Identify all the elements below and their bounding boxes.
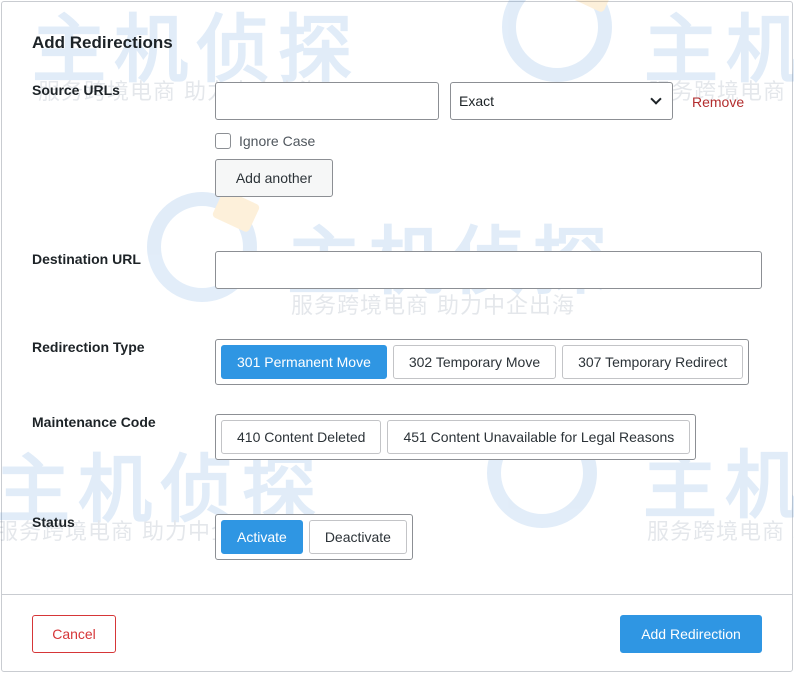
- source-urls-label: Source URLs: [32, 82, 120, 98]
- watermark-tagline-text: 服务跨境电商 助力中企出海: [291, 294, 575, 319]
- chevron-down-icon: [650, 93, 662, 105]
- redirection-type-group: 301 Permanent Move 302 Temporary Move 30…: [215, 339, 750, 385]
- maintenance-code-option-410[interactable]: 410 Content Deleted: [221, 420, 382, 454]
- redirection-type-label: Redirection Type: [32, 339, 145, 355]
- match-type-value: Exact: [459, 93, 495, 109]
- maintenance-code-group: 410 Content Deleted 451 Content Unavaila…: [215, 414, 697, 460]
- redirection-type-option-307[interactable]: 307 Temporary Redirect: [562, 345, 744, 379]
- status-group: Activate Deactivate: [215, 514, 413, 560]
- destination-url-input[interactable]: [215, 251, 762, 289]
- watermark-tagline-text: 服务跨境电商 助力中企出海: [647, 520, 794, 545]
- destination-url-label: Destination URL: [32, 251, 141, 267]
- status-label: Status: [32, 514, 75, 530]
- status-option-deactivate[interactable]: Deactivate: [308, 520, 407, 554]
- cancel-button[interactable]: Cancel: [32, 615, 116, 653]
- add-redirection-button[interactable]: Add Redirection: [620, 615, 762, 653]
- footer-divider: [2, 594, 792, 595]
- add-redirections-dialog: 主机侦探 服务跨境电商 助力中企出海 主机侦探 服务跨境电商 助力中企出海 主机…: [0, 0, 794, 672]
- dialog-title: Add Redirections: [32, 33, 173, 52]
- ignore-case-label: Ignore Case: [239, 133, 316, 149]
- match-type-select[interactable]: Exact: [450, 82, 673, 120]
- remove-source-link[interactable]: Remove: [692, 94, 744, 110]
- redirection-type-option-302[interactable]: 302 Temporary Move: [392, 345, 557, 379]
- source-url-input[interactable]: [215, 82, 439, 120]
- redirection-type-option-301[interactable]: 301 Permanent Move: [221, 345, 387, 379]
- maintenance-code-label: Maintenance Code: [32, 414, 156, 430]
- maintenance-code-option-451[interactable]: 451 Content Unavailable for Legal Reason…: [387, 420, 691, 454]
- ignore-case-checkbox[interactable]: [215, 133, 231, 149]
- add-another-button[interactable]: Add another: [215, 159, 333, 197]
- watermark-logo-icon: [502, 0, 612, 82]
- ignore-case-option[interactable]: Ignore Case: [215, 133, 315, 149]
- status-option-activate[interactable]: Activate: [221, 520, 303, 554]
